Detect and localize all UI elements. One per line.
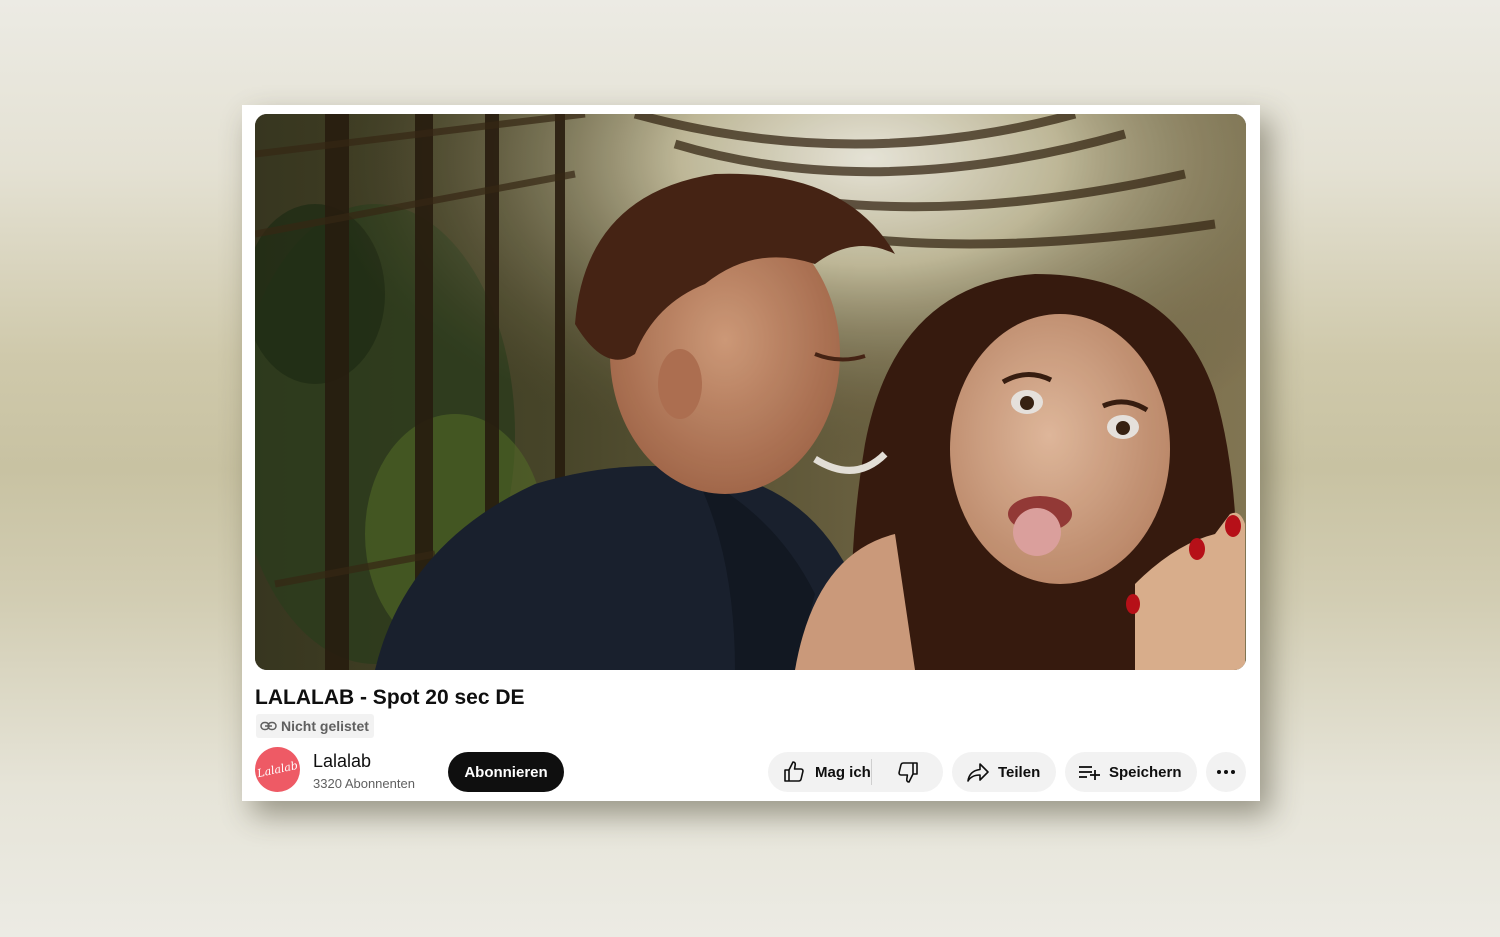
share-label: Teilen bbox=[998, 763, 1041, 781]
like-button[interactable]: Mag ich bbox=[768, 752, 871, 792]
subscriber-count: 3320 Abonnenten bbox=[313, 776, 415, 791]
visibility-badge: Nicht gelistet bbox=[256, 714, 374, 738]
save-label: Speichern bbox=[1109, 763, 1182, 781]
share-button[interactable]: Teilen bbox=[952, 752, 1056, 792]
share-arrow-icon bbox=[966, 760, 990, 784]
link-icon bbox=[260, 721, 277, 731]
thumbs-up-icon bbox=[782, 760, 806, 784]
channel-name[interactable]: Lalalab bbox=[313, 751, 371, 772]
more-horizontal-icon bbox=[1216, 769, 1236, 775]
thumbs-down-icon bbox=[896, 760, 920, 784]
more-actions-button[interactable] bbox=[1206, 752, 1246, 792]
playlist-add-icon bbox=[1077, 760, 1101, 784]
save-button[interactable]: Speichern bbox=[1065, 752, 1197, 792]
video-title: LALALAB - Spot 20 sec DE bbox=[255, 686, 525, 709]
channel-avatar[interactable]: Lalalab bbox=[255, 747, 300, 792]
visibility-label: Nicht gelistet bbox=[281, 718, 369, 734]
like-dislike-group: Mag ich bbox=[768, 752, 943, 792]
video-frame bbox=[255, 114, 1246, 670]
video-card: LALALAB - Spot 20 sec DE Nicht gelistet … bbox=[242, 105, 1260, 801]
like-label: Mag ich bbox=[815, 763, 871, 781]
subscribe-button[interactable]: Abonnieren bbox=[448, 752, 564, 792]
dislike-button[interactable] bbox=[872, 752, 943, 792]
avatar-logo-text: Lalalab bbox=[256, 758, 299, 781]
video-player[interactable] bbox=[255, 114, 1246, 670]
